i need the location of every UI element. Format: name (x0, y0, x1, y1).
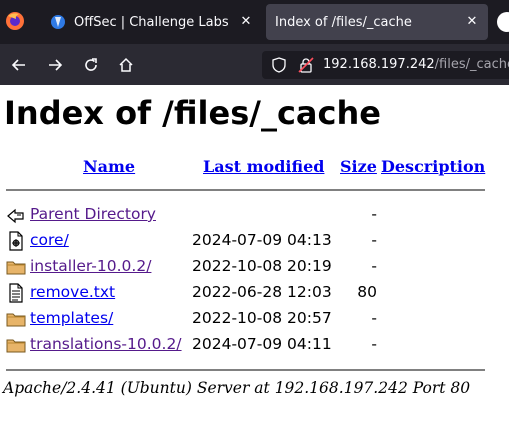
entry-size: - (371, 205, 377, 223)
header-divider (6, 189, 485, 191)
footer-divider (6, 369, 485, 371)
entry-link[interactable]: remove.txt (30, 279, 115, 305)
url-host: 192.168.197.242 (323, 57, 435, 72)
url-bar[interactable]: 192.168.197.242/files/_cache/ (262, 51, 509, 79)
entry-link[interactable]: core/ (30, 227, 69, 253)
entry-link[interactable]: translations-10.0.2/ (30, 331, 182, 357)
page-title: Index of /files/_cache (4, 94, 381, 132)
arrow-right-icon (49, 59, 63, 71)
column-header-description[interactable]: Description (381, 157, 485, 176)
list-item: Parent Directory - (0, 201, 509, 227)
reload-icon (85, 58, 97, 71)
entry-link[interactable]: Parent Directory (30, 201, 156, 227)
list-item: installer-10.0.2/2022-10-08 20:19 - (0, 253, 509, 279)
tab-offsec[interactable]: OffSec | Challenge Labs ✕ (40, 4, 262, 40)
column-header-size[interactable]: Size (340, 157, 377, 176)
browser-chrome: OffSec | Challenge Labs ✕ Index of /file… (0, 0, 509, 85)
arrow-left-icon (11, 59, 25, 71)
page-content: Index of /files/_cache Name Last modifie… (0, 85, 509, 425)
url-path: /files/_cache/ (434, 57, 509, 72)
text-file-icon (6, 283, 26, 303)
folder-icon (6, 257, 26, 277)
back-button[interactable] (6, 52, 32, 78)
close-tab-icon[interactable]: ✕ (464, 14, 480, 30)
navigation-toolbar: 192.168.197.242/files/_cache/ (0, 44, 509, 85)
entry-last-modified: 2022-10-08 20:19 (192, 257, 332, 275)
insecure-lock-icon[interactable] (298, 57, 314, 73)
entry-size: - (371, 257, 377, 275)
tab-title: OffSec | Challenge Labs (74, 14, 229, 30)
entry-last-modified: 2024-07-09 04:11 (192, 335, 332, 353)
entry-last-modified: 2022-10-08 20:57 (192, 309, 332, 327)
column-header-last-modified[interactable]: Last modified (203, 157, 324, 176)
entry-last-modified: 2022-06-28 12:03 (192, 283, 332, 301)
entry-size: - (371, 309, 377, 327)
entry-size: - (371, 231, 377, 249)
entry-link[interactable]: installer-10.0.2/ (30, 253, 151, 279)
tab-index-files-cache[interactable]: Index of /files/_cache ✕ (266, 4, 488, 40)
column-header-name[interactable]: Name (83, 157, 135, 176)
folder-icon (6, 335, 26, 355)
folder-icon (6, 309, 26, 329)
offsec-favicon-icon (51, 15, 65, 29)
shield-icon[interactable] (271, 57, 287, 73)
list-item: remove.txt 2022-06-28 12:03 80 (0, 279, 509, 305)
tab-strip: OffSec | Challenge Labs ✕ Index of /file… (0, 0, 509, 44)
home-button[interactable] (113, 52, 139, 78)
list-item: translations-10.0.2/2024-07-09 04:11 - (0, 331, 509, 357)
firefox-menu-icon[interactable] (4, 10, 26, 32)
forward-button[interactable] (42, 52, 68, 78)
url-text: 192.168.197.242/files/_cache/ (323, 51, 509, 79)
entry-last-modified: 2024-07-09 04:13 (192, 231, 332, 249)
entry-link[interactable]: templates/ (30, 305, 113, 331)
list-item: templates/2022-10-08 20:57 - (0, 305, 509, 331)
home-icon (119, 57, 133, 72)
tab-title: Index of /files/_cache (275, 14, 412, 30)
reload-button[interactable] (78, 52, 104, 78)
entry-size: 80 (357, 283, 377, 301)
back-icon (6, 205, 26, 225)
entry-size: - (371, 335, 377, 353)
partial-tab-icon[interactable] (497, 12, 509, 32)
list-item: core/2024-07-09 04:13 - (0, 227, 509, 253)
close-tab-icon[interactable]: ✕ (238, 14, 254, 30)
file-binary-icon (6, 231, 26, 251)
server-signature: Apache/2.4.41 (Ubuntu) Server at 192.168… (3, 379, 471, 397)
